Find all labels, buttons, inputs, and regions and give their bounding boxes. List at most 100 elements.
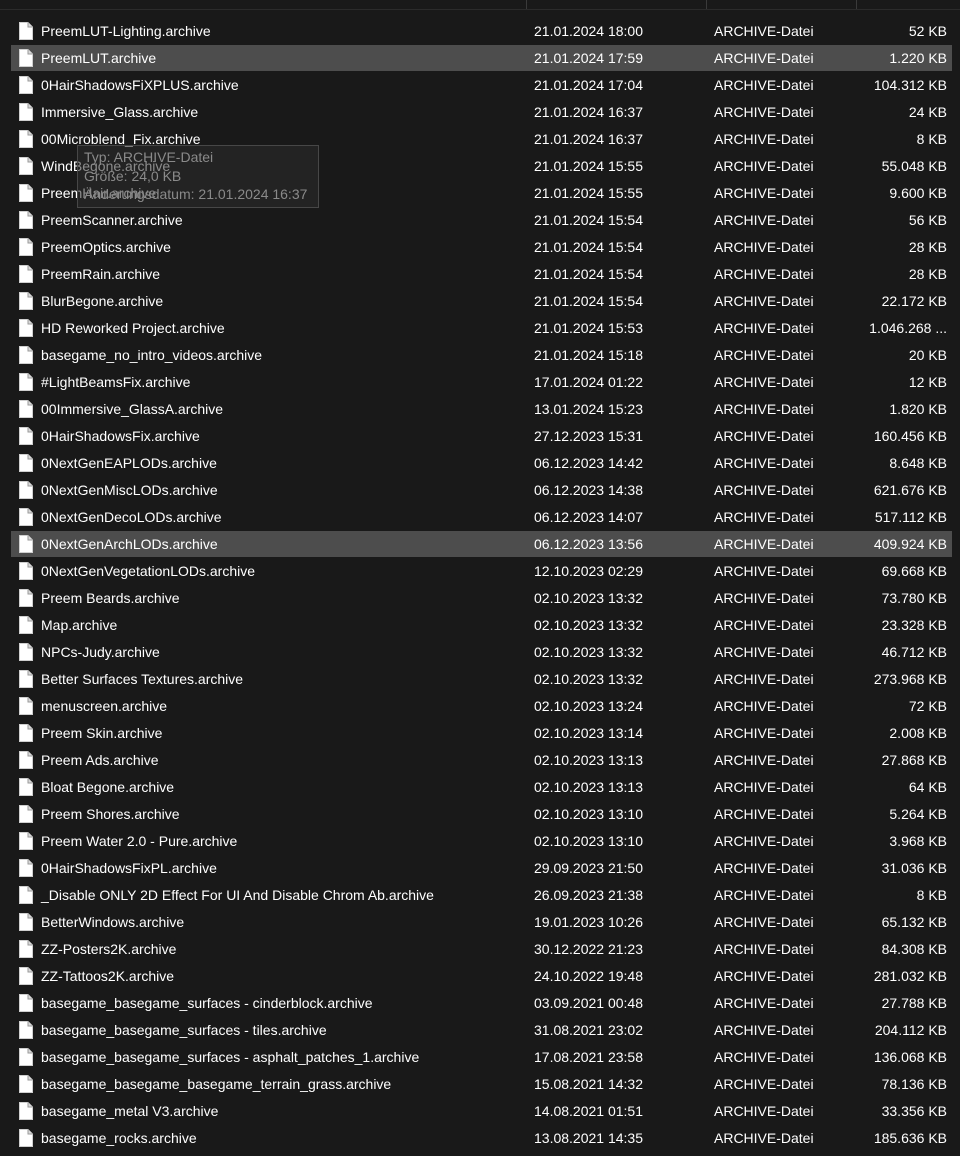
file-row[interactable]: basegame_metal V3.archive 14.08.2021 01:5… <box>0 1098 960 1125</box>
file-name: BlurBegone.archive <box>41 293 164 309</box>
file-row[interactable]: HD Reworked Project.archive 21.01.2024 15… <box>0 315 960 342</box>
file-date: 15.08.2021 14:32 <box>534 1076 643 1092</box>
file-type: ARCHIVE-Datei <box>714 563 814 579</box>
file-row[interactable]: 0HairShadowsFiXPLUS.archive 21.01.2024 17… <box>0 72 960 99</box>
file-row[interactable]: 0HairShadowsFixPL.archive 29.09.2023 21:5… <box>0 855 960 882</box>
file-row[interactable]: Immersive_Glass.archive 21.01.2024 16:37 A… <box>0 99 960 126</box>
file-row[interactable]: 0NextGenVegetationLODs.archive 12.10.2023… <box>0 558 960 585</box>
file-row[interactable]: 00Immersive_GlassA.archive 13.01.2024 15:… <box>0 396 960 423</box>
file-type: ARCHIVE-Datei <box>714 833 814 849</box>
file-row[interactable]: Bloat Begone.archive 02.10.2023 13:13 ARCH… <box>0 774 960 801</box>
file-date: 17.01.2024 01:22 <box>534 374 643 390</box>
file-date: 21.01.2024 15:18 <box>534 347 643 363</box>
file-size: 84.308 KB <box>881 941 947 957</box>
file-size: 12 KB <box>908 374 947 390</box>
file-date: 30.12.2022 21:23 <box>534 941 643 957</box>
column-divider-date[interactable] <box>526 0 527 9</box>
file-row[interactable]: Map.archive 02.10.2023 13:32 ARCHIVE-Datei… <box>0 612 960 639</box>
file-row[interactable]: 0NextGenArchLODs.archive 06.12.2023 13:56… <box>0 531 960 558</box>
file-icon <box>19 724 33 742</box>
file-icon <box>19 1048 33 1066</box>
file-date: 21.01.2024 15:53 <box>534 320 643 336</box>
file-type: ARCHIVE-Datei <box>714 914 814 930</box>
file-icon <box>19 292 33 310</box>
file-row[interactable]: #LightBeamsFix.archive 17.01.2024 01:22 AR… <box>0 369 960 396</box>
file-row[interactable]: 0NextGenMiscLODs.archive 06.12.2023 14:38… <box>0 477 960 504</box>
file-row[interactable]: 0NextGenEAPLODs.archive 06.12.2023 14:42 A… <box>0 450 960 477</box>
file-date: 21.01.2024 15:54 <box>534 266 643 282</box>
file-icon <box>19 913 33 931</box>
file-icon <box>19 589 33 607</box>
file-size: 1.220 KB <box>889 50 947 66</box>
file-row[interactable]: Preem Water 2.0 - Pure.archive 02.10.2023… <box>0 828 960 855</box>
file-row[interactable]: PreemLUT-Lighting.archive 21.01.2024 18:0… <box>0 18 960 45</box>
file-name: Map.archive <box>41 617 118 633</box>
file-name: PreemOptics.archive <box>41 239 171 255</box>
file-date: 24.10.2022 19:48 <box>534 968 643 984</box>
file-row[interactable]: 0NextGenDecoLODs.archive 06.12.2023 14:07… <box>0 504 960 531</box>
file-size: 22.172 KB <box>881 293 947 309</box>
file-row[interactable]: PreemRain.archive 21.01.2024 15:54 ARCHIVE… <box>0 261 960 288</box>
file-row[interactable]: ZZ-Posters2K.archive 30.12.2022 21:23 ARCH… <box>0 936 960 963</box>
file-size: 517.112 KB <box>874 509 947 525</box>
file-date: 03.09.2021 00:48 <box>534 995 643 1011</box>
file-size: 1.046.268 ... <box>869 320 947 336</box>
column-divider-size[interactable] <box>856 0 857 9</box>
file-row[interactable]: PreemOptics.archive 21.01.2024 15:54 ARCHI… <box>0 234 960 261</box>
file-tooltip: Typ: ARCHIVE-Datei Größe: 24,0 KB Änderu… <box>77 145 319 208</box>
file-row[interactable]: BetterWindows.archive 19.01.2023 10:26 ARC… <box>0 909 960 936</box>
file-row[interactable]: BlurBegone.archive 21.01.2024 15:54 ARCHIV… <box>0 288 960 315</box>
file-icon <box>19 994 33 1012</box>
file-row[interactable]: 0HairShadowsFix.archive 27.12.2023 15:31 A… <box>0 423 960 450</box>
file-icon <box>19 319 33 337</box>
file-name: Immersive_Glass.archive <box>41 104 199 120</box>
file-row[interactable]: PreemLUT.archive 21.01.2024 17:59 ARCHIVE-… <box>0 45 960 72</box>
file-icon <box>19 184 33 202</box>
file-icon <box>19 265 33 283</box>
file-row[interactable]: basegame_basegame_basegame_terrain_grass… <box>0 1071 960 1098</box>
file-icon <box>19 643 33 661</box>
file-row[interactable]: Preem Shores.archive 02.10.2023 13:10 ARCH… <box>0 801 960 828</box>
file-name: 0NextGenEAPLODs.archive <box>41 455 217 471</box>
file-row[interactable]: basegame_basegame_surfaces - cinderblock… <box>0 990 960 1017</box>
file-size: 185.636 KB <box>873 1130 947 1146</box>
file-type: ARCHIVE-Datei <box>714 644 814 660</box>
file-name: menuscreen.archive <box>41 698 168 714</box>
file-type: ARCHIVE-Datei <box>714 887 814 903</box>
file-row[interactable]: Preem Skin.archive 02.10.2023 13:14 ARCHIV… <box>0 720 960 747</box>
file-icon <box>19 1102 33 1120</box>
file-type: ARCHIVE-Datei <box>714 455 814 471</box>
file-name: Preem Skin.archive <box>41 725 163 741</box>
file-date: 02.10.2023 13:10 <box>534 833 643 849</box>
file-icon <box>19 1021 33 1039</box>
file-date: 19.01.2023 10:26 <box>534 914 643 930</box>
file-size: 104.312 KB <box>873 77 947 93</box>
file-type: ARCHIVE-Datei <box>714 158 814 174</box>
file-row[interactable]: basegame_basegame_surfaces - asphalt_pat… <box>0 1044 960 1071</box>
file-size: 8.648 KB <box>889 455 947 471</box>
file-row[interactable]: basegame_basegame_surfaces - tiles.archi… <box>0 1017 960 1044</box>
file-row[interactable]: _Disable ONLY 2D Effect For UI And Disab… <box>0 882 960 909</box>
file-row[interactable]: Preem Beards.archive 02.10.2023 13:32 ARCH… <box>0 585 960 612</box>
file-row[interactable]: menuscreen.archive 02.10.2023 13:24 ARCHIV… <box>0 693 960 720</box>
file-type: ARCHIVE-Datei <box>714 1022 814 1038</box>
file-date: 06.12.2023 14:07 <box>534 509 643 525</box>
file-date: 21.01.2024 15:55 <box>534 158 643 174</box>
column-divider-type[interactable] <box>706 0 707 9</box>
file-row[interactable]: Preem Ads.archive 02.10.2023 13:13 ARCHIVE… <box>0 747 960 774</box>
file-name: PreemLUT-Lighting.archive <box>41 23 211 39</box>
file-row[interactable]: PreemScanner.archive 21.01.2024 15:54 ARCH… <box>0 207 960 234</box>
file-type: ARCHIVE-Datei <box>714 536 814 552</box>
file-name: 0NextGenMiscLODs.archive <box>41 482 218 498</box>
file-type: ARCHIVE-Datei <box>714 320 814 336</box>
file-row[interactable]: ZZ-Tattoos2K.archive 24.10.2022 19:48 ARCH… <box>0 963 960 990</box>
file-row[interactable]: Better Surfaces Textures.archive 02.10.20… <box>0 666 960 693</box>
file-date: 21.01.2024 18:00 <box>534 23 643 39</box>
file-type: ARCHIVE-Datei <box>714 1076 814 1092</box>
file-name: ZZ-Tattoos2K.archive <box>41 968 175 984</box>
file-row[interactable]: NPCs-Judy.archive 02.10.2023 13:32 ARCHIVE… <box>0 639 960 666</box>
file-row[interactable]: basegame_no_intro_videos.archive 21.01.20… <box>0 342 960 369</box>
file-size: 52 KB <box>908 23 947 39</box>
file-date: 26.09.2023 21:38 <box>534 887 643 903</box>
file-row[interactable]: basegame_rocks.archive 13.08.2021 14:35 AR… <box>0 1125 960 1152</box>
